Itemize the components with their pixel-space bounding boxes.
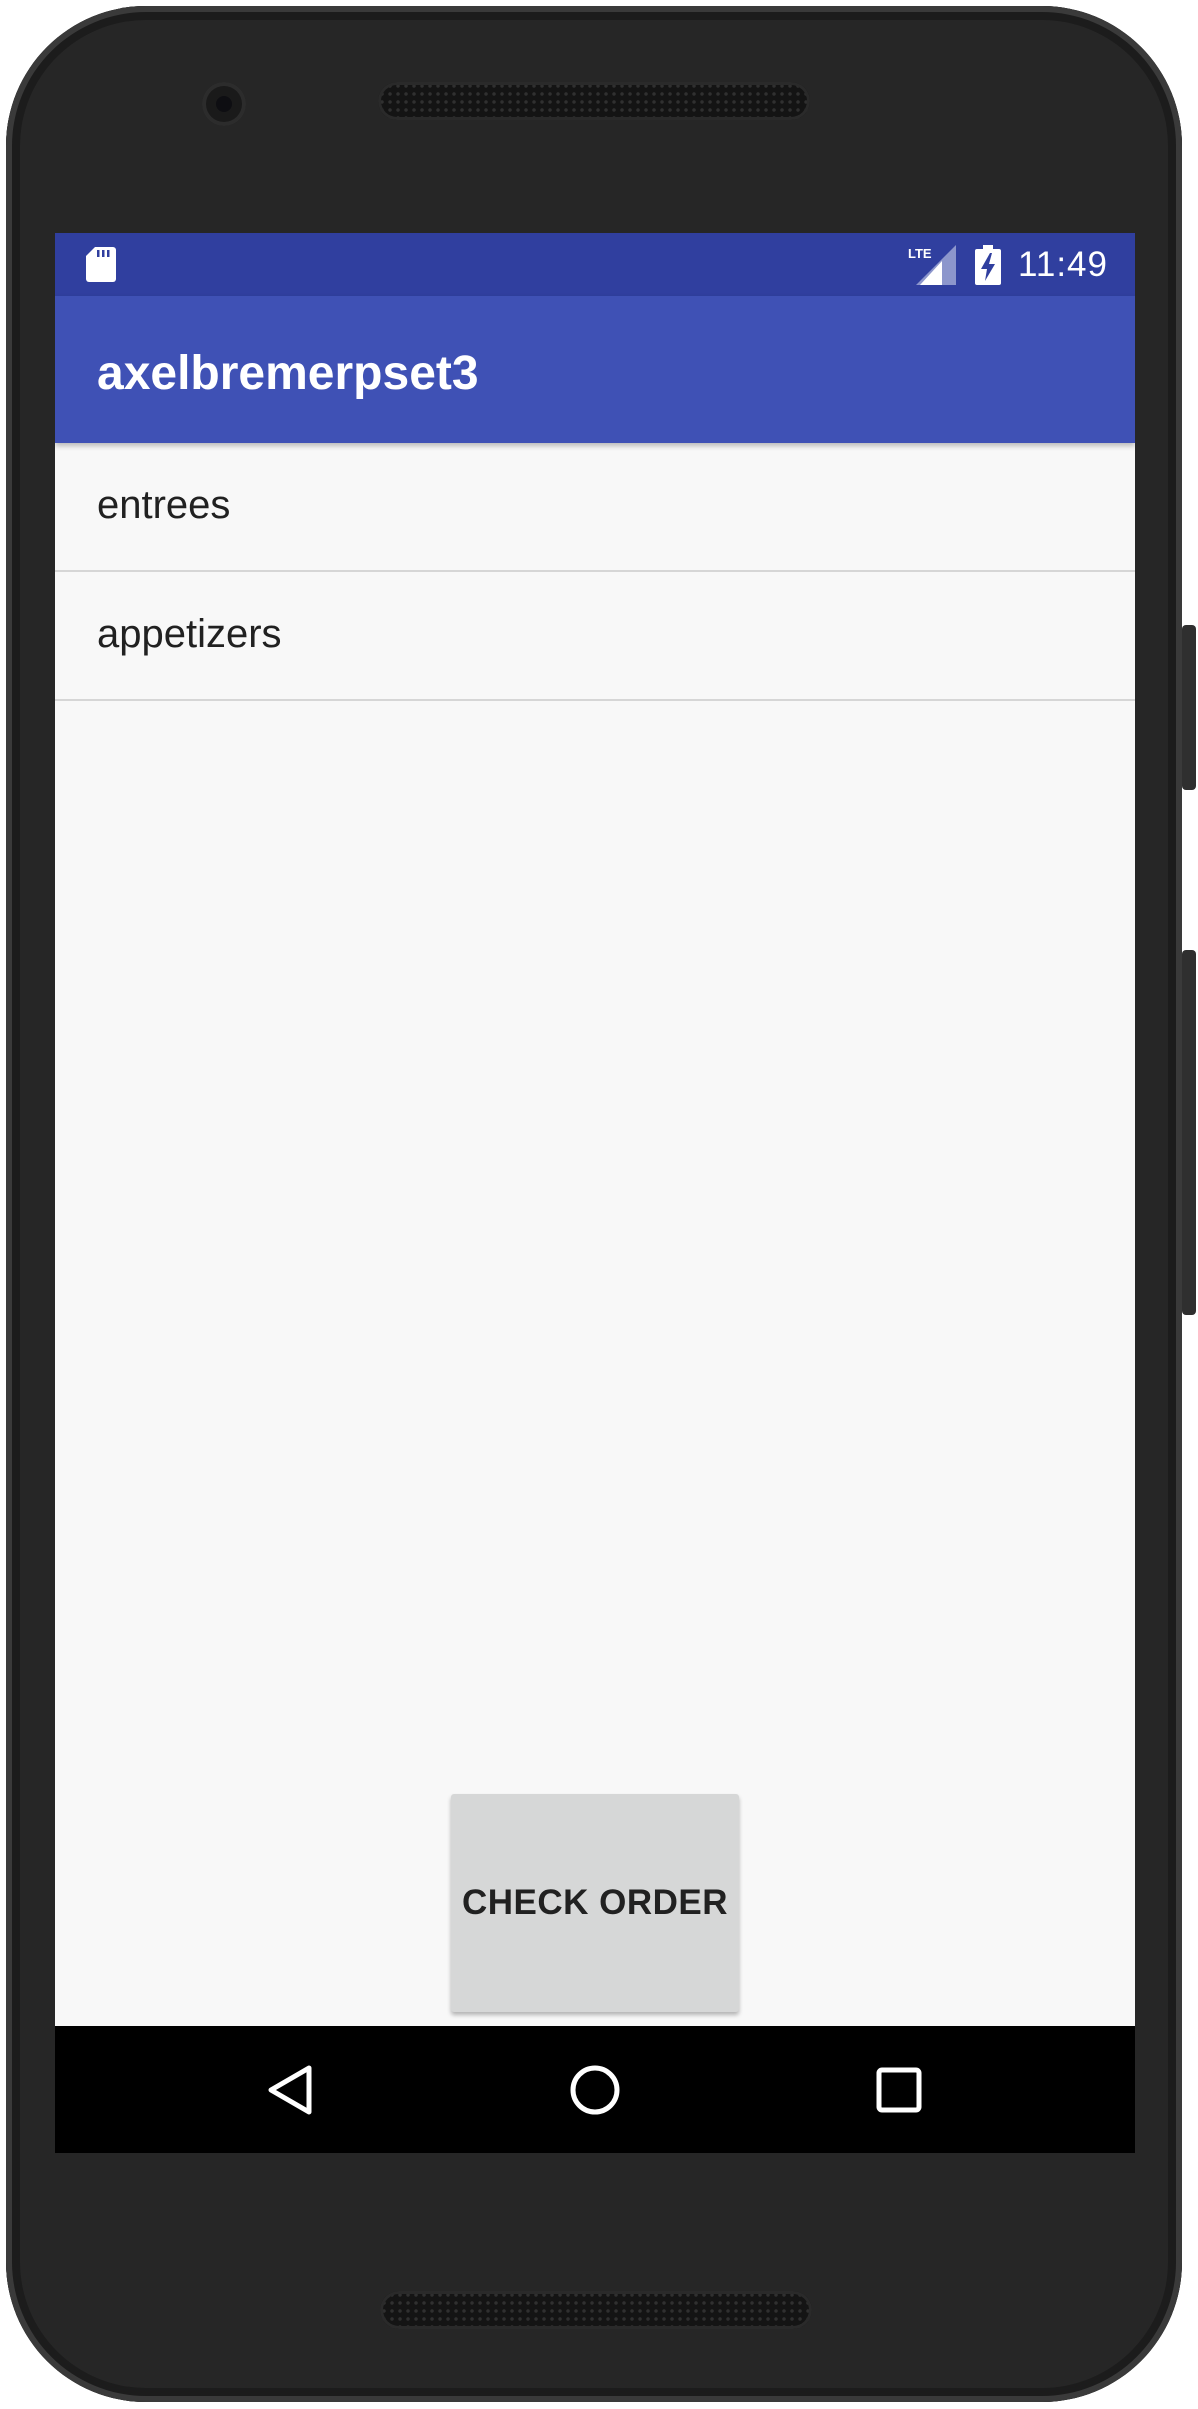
list-item-label: entrees [97, 483, 231, 527]
bottom-speaker [380, 2291, 812, 2329]
power-button [1182, 625, 1196, 790]
app-title: axelbremerpset3 [97, 347, 479, 400]
screen: LTE 11:49 axelbremerpset3 entrees appeti… [55, 233, 1135, 2153]
category-list: entrees appetizers [55, 443, 1135, 701]
lte-signal-icon: LTE [908, 245, 956, 285]
sd-card-icon [86, 247, 116, 282]
front-camera [202, 82, 246, 126]
list-item-entrees[interactable]: entrees [55, 443, 1135, 572]
status-bar: LTE 11:49 [55, 233, 1135, 296]
recents-icon[interactable] [869, 2060, 929, 2120]
top-speaker [378, 82, 810, 120]
home-icon[interactable] [565, 2060, 625, 2120]
list-item-label: appetizers [97, 612, 282, 656]
clock: 11:49 [1018, 245, 1108, 284]
network-type-label: LTE [908, 246, 932, 261]
back-icon[interactable] [261, 2060, 321, 2120]
volume-button [1182, 950, 1196, 1315]
list-item-appetizers[interactable]: appetizers [55, 572, 1135, 701]
app-bar: axelbremerpset3 [55, 296, 1135, 443]
check-order-button[interactable]: CHECK ORDER [451, 1794, 739, 2012]
navigation-bar [55, 2026, 1135, 2153]
battery-charging-icon [975, 245, 1001, 285]
